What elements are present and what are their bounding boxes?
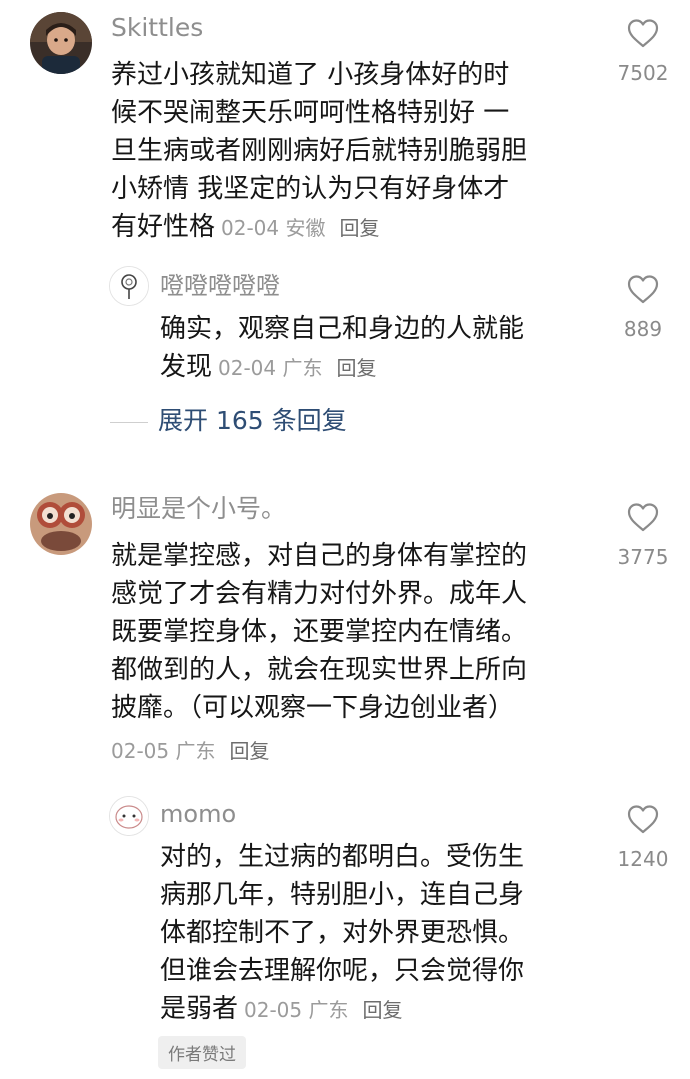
avatar[interactable] bbox=[109, 266, 149, 306]
like-count: 3775 bbox=[617, 545, 669, 569]
reply-line: 体都控制不了，对外界更恐惧。 bbox=[160, 918, 525, 948]
reply-body: 对的，生过病的都明白。受伤生 病那几年，特别胆小，连自己身 体都控制不了，对外界… bbox=[160, 838, 600, 1029]
like-count: 7502 bbox=[617, 61, 669, 85]
reply-button[interactable]: 回复 bbox=[340, 216, 380, 240]
reply-line: 对的，生过病的都明白。受伤生 bbox=[160, 842, 525, 872]
like-button[interactable]: 7502 bbox=[608, 18, 678, 86]
reply-line: 但谁会去理解你呢，只会觉得你 bbox=[160, 956, 525, 986]
reply-button[interactable]: 回复 bbox=[363, 998, 403, 1022]
child-photo-avatar-icon bbox=[30, 12, 92, 74]
like-button[interactable]: 3775 bbox=[608, 502, 678, 570]
expand-divider bbox=[110, 422, 148, 423]
like-button[interactable]: 889 bbox=[608, 274, 678, 342]
comment-line: 养过小孩就知道了 小孩身体好的时 bbox=[111, 60, 510, 90]
heart-outline-icon bbox=[627, 503, 659, 532]
comment-line: 都做到的人，就会在现实世界上所向 bbox=[111, 655, 528, 685]
reply-line-last: 是弱者 02-05 广东 回复 bbox=[160, 990, 600, 1029]
comment-meta: 02-05 广东 bbox=[111, 739, 216, 763]
comment-line: 感觉了才会有精力对付外界。成年人 bbox=[111, 579, 528, 609]
comment-meta-row: 02-05 广东 回复 bbox=[111, 736, 269, 766]
comment-username[interactable]: Skittles bbox=[111, 12, 203, 44]
author-liked-badge: 作者赞过 bbox=[158, 1036, 246, 1069]
heart-outline-icon bbox=[627, 19, 659, 48]
like-button[interactable]: 1240 bbox=[608, 804, 678, 872]
heart-outline-icon bbox=[627, 805, 659, 834]
comment-body: 就是掌控感，对自己的身体有掌控的 感觉了才会有精力对付外界。成年人 既要掌控身体… bbox=[111, 537, 591, 727]
avatar[interactable] bbox=[30, 493, 92, 555]
reply-username[interactable]: 噔噔噔噔噔 bbox=[160, 270, 280, 302]
comment-body: 养过小孩就知道了 小孩身体好的时 候不哭闹整天乐呵呵性格特别好 一 旦生病或者刚… bbox=[111, 56, 591, 247]
reply-body: 确实，观察自己和身边的人就能 发现 02-04 广东 回复 bbox=[160, 310, 600, 387]
reply-username[interactable]: momo bbox=[160, 798, 236, 830]
comment-text: 有好性格 bbox=[111, 212, 216, 242]
reply-line: 病那几年，特别胆小，连自己身 bbox=[160, 880, 525, 910]
comment-line: 旦生病或者刚刚病好后就特别脆弱胆 bbox=[111, 136, 528, 166]
reply-meta: 02-04 广东 bbox=[218, 356, 323, 380]
reply-line-last: 发现 02-04 广东 回复 bbox=[160, 348, 600, 387]
comment-line: 小矫情 我坚定的认为只有好身体才 bbox=[111, 174, 510, 204]
reply-button[interactable]: 回复 bbox=[229, 739, 269, 763]
comment-username[interactable]: 明显是个小号。 bbox=[111, 493, 286, 525]
lollipop-avatar-icon bbox=[110, 267, 148, 305]
comment-line: 披靡。（可以观察一下身边创业者） bbox=[111, 693, 515, 723]
like-count: 1240 bbox=[617, 847, 669, 871]
avatar[interactable] bbox=[30, 12, 92, 74]
comment-line-last: 有好性格 02-04 安徽 回复 bbox=[111, 208, 591, 247]
reply-text: 发现 bbox=[160, 352, 213, 382]
reply-line: 确实，观察自己和身边的人就能 bbox=[160, 314, 525, 344]
comment-meta: 02-04 安徽 bbox=[221, 216, 326, 240]
cute-face-avatar-icon bbox=[110, 797, 148, 835]
comment-line: 既要掌控身体，还要掌控内在情绪。 bbox=[111, 617, 528, 647]
avatar[interactable] bbox=[109, 796, 149, 836]
comment-line: 就是掌控感，对自己的身体有掌控的 bbox=[111, 541, 528, 571]
like-count: 889 bbox=[623, 317, 663, 341]
reply-text: 是弱者 bbox=[160, 994, 239, 1024]
comment-line: 候不哭闹整天乐呵呵性格特别好 一 bbox=[111, 98, 510, 128]
reply-meta: 02-05 广东 bbox=[244, 998, 349, 1022]
heart-outline-icon bbox=[627, 275, 659, 304]
reply-button[interactable]: 回复 bbox=[337, 356, 377, 380]
expand-replies-button[interactable]: 展开 165 条回复 bbox=[158, 404, 347, 438]
cartoon-avatar-icon bbox=[30, 493, 92, 555]
